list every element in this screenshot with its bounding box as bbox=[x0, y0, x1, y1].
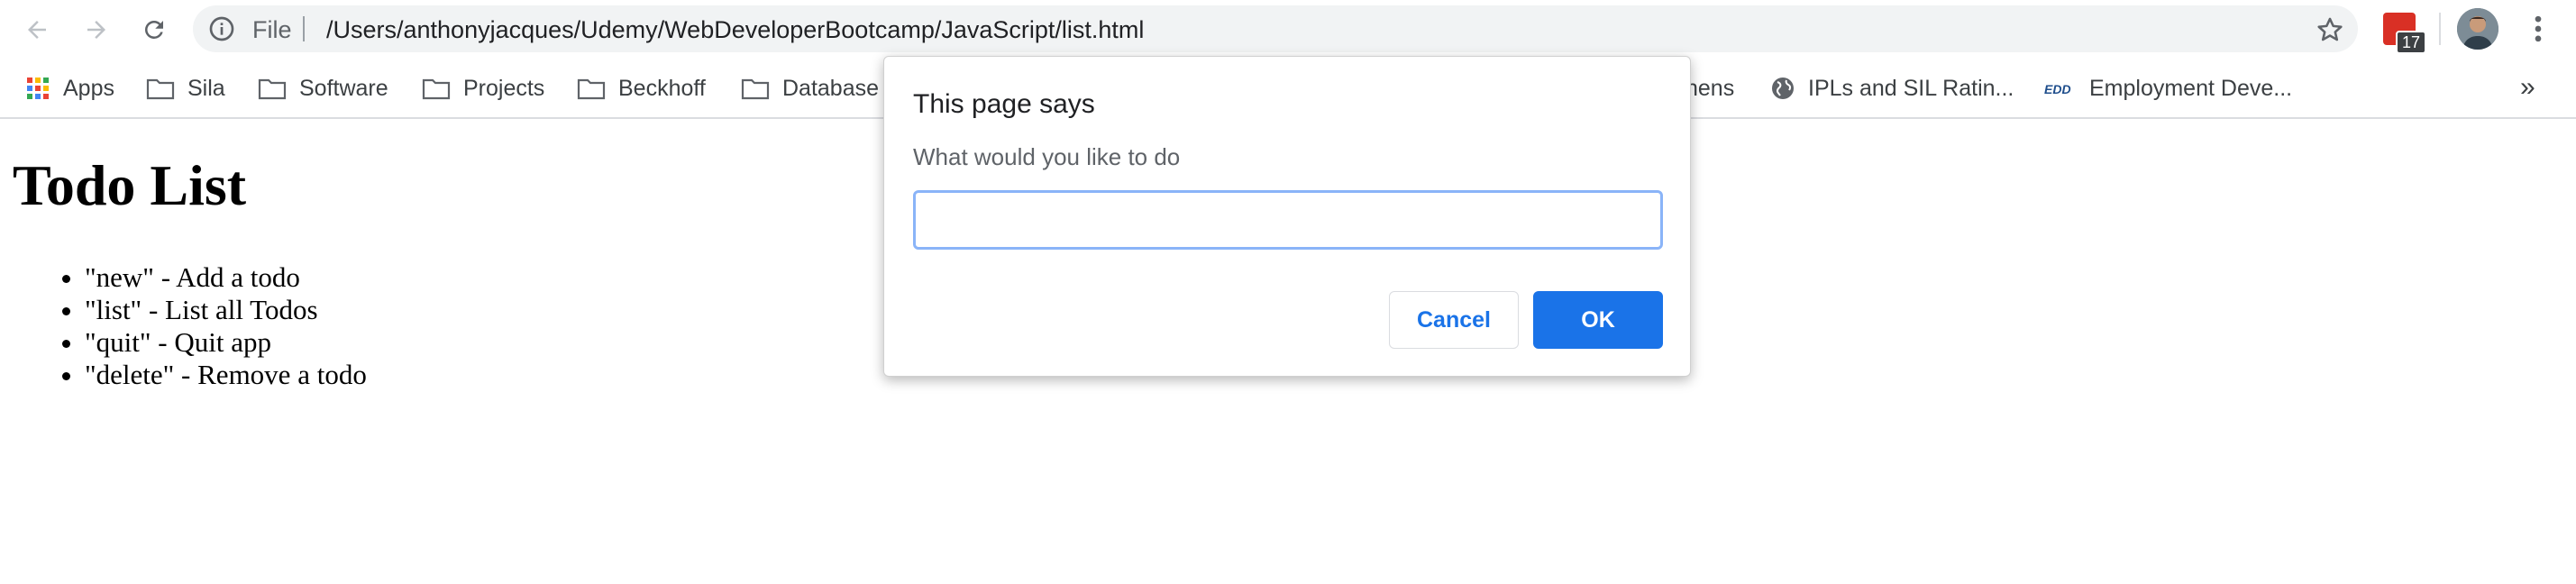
list-item: "new" - Add a todo bbox=[85, 261, 367, 294]
bookmark-projects[interactable]: Projects bbox=[422, 72, 544, 105]
folder-icon bbox=[741, 78, 770, 100]
forward-arrow-icon bbox=[87, 21, 105, 39]
folder-icon bbox=[258, 78, 287, 100]
address-bar[interactable]: File /Users/anthonyjacques/Udemy/WebDeve… bbox=[193, 5, 2358, 52]
bookmark-label: Employment Deve... bbox=[2089, 75, 2293, 101]
page-title: Todo List bbox=[13, 153, 247, 217]
bookmark-label: Database bbox=[782, 75, 880, 101]
ok-button[interactable]: OK bbox=[1533, 291, 1663, 349]
forward-button[interactable] bbox=[78, 11, 115, 49]
toolbar-divider bbox=[2439, 13, 2441, 45]
bookmark-employment-dev[interactable]: EDD Employment Deve... bbox=[2044, 72, 2292, 105]
bookmark-apps[interactable]: Apps bbox=[25, 72, 114, 105]
edd-logo-icon: EDD bbox=[2044, 82, 2071, 96]
bookmark-label: Software bbox=[299, 75, 388, 101]
bookmark-sila[interactable]: Sila bbox=[146, 72, 225, 105]
command-list: "new" - Add a todo "list" - List all Tod… bbox=[47, 261, 367, 391]
list-item: "list" - List all Todos bbox=[85, 294, 367, 326]
profile-avatar[interactable] bbox=[2457, 8, 2498, 50]
apps-grid-icon bbox=[27, 78, 49, 99]
cancel-button[interactable]: Cancel bbox=[1389, 291, 1519, 349]
bookmark-label: Sila bbox=[187, 75, 225, 101]
folder-icon bbox=[422, 78, 451, 100]
more-bookmarks-button[interactable]: » bbox=[2520, 72, 2535, 103]
bookmark-ipls-sil[interactable]: IPLs and SIL Ratin... bbox=[1770, 72, 2014, 105]
bookmark-nens[interactable]: nens bbox=[1685, 72, 1734, 105]
bookmark-star-icon[interactable] bbox=[2315, 14, 2345, 45]
info-icon[interactable] bbox=[207, 14, 236, 43]
browser-toolbar: File /Users/anthonyjacques/Udemy/WebDeve… bbox=[0, 0, 2576, 59]
dialog-message: What would you like to do bbox=[913, 143, 1181, 170]
url-scheme-label: File bbox=[252, 16, 292, 43]
more-menu-icon[interactable] bbox=[2520, 11, 2556, 47]
dialog-title: This page says bbox=[913, 89, 1095, 119]
prompt-input[interactable] bbox=[913, 190, 1663, 250]
bookmark-software[interactable]: Software bbox=[258, 72, 388, 105]
list-item: "quit" - Quit app bbox=[85, 326, 367, 359]
folder-icon bbox=[146, 78, 175, 100]
bookmark-label: Projects bbox=[463, 75, 545, 101]
back-button[interactable] bbox=[18, 11, 56, 49]
omnibox-divider bbox=[303, 16, 305, 41]
globe-icon bbox=[1772, 78, 1794, 99]
bookmark-label: Beckhoff bbox=[618, 75, 706, 101]
url-text[interactable]: /Users/anthonyjacques/Udemy/WebDeveloper… bbox=[326, 16, 1144, 44]
bookmark-label: Apps bbox=[63, 75, 114, 101]
profile-photo-icon bbox=[2457, 8, 2498, 50]
bookmark-label: nens bbox=[1685, 75, 1735, 101]
extension-badge: 17 bbox=[2396, 31, 2426, 54]
bookmark-label: IPLs and SIL Ratin... bbox=[1808, 75, 2014, 101]
reload-icon bbox=[144, 20, 163, 39]
bookmark-database[interactable]: Database bbox=[741, 72, 879, 105]
back-arrow-icon bbox=[28, 21, 46, 39]
bookmark-beckhoff[interactable]: Beckhoff bbox=[577, 72, 706, 105]
reload-button[interactable] bbox=[135, 11, 173, 49]
svg-text:EDD: EDD bbox=[2044, 82, 2071, 96]
list-item: "delete" - Remove a todo bbox=[85, 359, 367, 391]
prompt-dialog: This page says What would you like to do… bbox=[883, 56, 1691, 377]
folder-icon bbox=[577, 78, 606, 100]
